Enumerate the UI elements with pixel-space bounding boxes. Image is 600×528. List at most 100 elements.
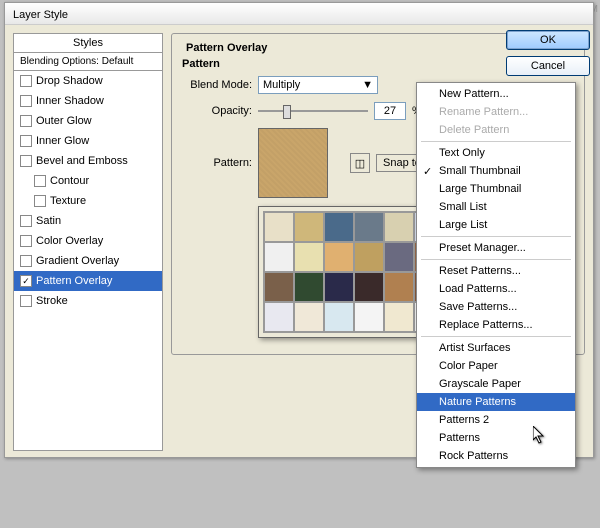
pattern-thumb[interactable]: [354, 212, 384, 242]
menu-item-large-list[interactable]: Large List: [417, 216, 575, 234]
pattern-thumb[interactable]: [264, 302, 294, 332]
pattern-thumb[interactable]: [384, 302, 414, 332]
checkbox[interactable]: [20, 295, 32, 307]
pattern-thumb[interactable]: [294, 302, 324, 332]
menu-item-patterns-2[interactable]: Patterns 2: [417, 411, 575, 429]
styles-list: Drop Shadow Inner Shadow Outer Glow Inner G…: [13, 71, 163, 451]
style-item-inner-shadow[interactable]: Inner Shadow: [14, 91, 162, 111]
pattern-thumb[interactable]: [384, 212, 414, 242]
menu-item-rock-patterns[interactable]: Rock Patterns: [417, 447, 575, 465]
style-label: Stroke: [36, 295, 68, 307]
pattern-thumb[interactable]: [354, 242, 384, 272]
menu-item-load-patterns-[interactable]: Load Patterns...: [417, 280, 575, 298]
checkbox[interactable]: [20, 95, 32, 107]
titlebar: Layer Style: [5, 3, 593, 25]
style-item-stroke[interactable]: Stroke: [14, 291, 162, 311]
checkbox[interactable]: [20, 155, 32, 167]
pattern-context-menu: New Pattern...Rename Pattern...Delete Pa…: [416, 82, 576, 468]
checkbox[interactable]: [34, 175, 46, 187]
menu-separator: [421, 336, 571, 337]
checkbox[interactable]: [20, 235, 32, 247]
menu-item-grayscale-paper[interactable]: Grayscale Paper: [417, 375, 575, 393]
menu-item-preset-manager-[interactable]: Preset Manager...: [417, 239, 575, 257]
group-title: Pattern Overlay: [182, 42, 271, 54]
pattern-label: Pattern:: [182, 157, 252, 169]
blending-options-row[interactable]: Blending Options: Default: [13, 53, 163, 71]
pattern-thumb[interactable]: [264, 272, 294, 302]
style-label: Drop Shadow: [36, 75, 103, 87]
pattern-thumb[interactable]: [384, 272, 414, 302]
menu-item-nature-patterns[interactable]: Nature Patterns: [417, 393, 575, 411]
checkbox[interactable]: [20, 115, 32, 127]
style-item-color-overlay[interactable]: Color Overlay: [14, 231, 162, 251]
opacity-value[interactable]: 27: [374, 102, 406, 120]
opacity-slider[interactable]: [258, 104, 368, 118]
pattern-thumb[interactable]: [264, 242, 294, 272]
dialog-buttons: OK Cancel: [506, 30, 590, 76]
menu-item-rename-pattern-: Rename Pattern...: [417, 103, 575, 121]
checkbox[interactable]: [34, 195, 46, 207]
check-icon: ✓: [423, 165, 432, 178]
pattern-thumb[interactable]: [324, 272, 354, 302]
pattern-thumb[interactable]: [354, 272, 384, 302]
checkbox[interactable]: [20, 215, 32, 227]
pattern-thumb[interactable]: [294, 272, 324, 302]
style-item-outer-glow[interactable]: Outer Glow: [14, 111, 162, 131]
checkbox[interactable]: ✓: [20, 275, 32, 287]
menu-separator: [421, 141, 571, 142]
style-label: Outer Glow: [36, 115, 92, 127]
styles-header[interactable]: Styles: [13, 33, 163, 53]
pattern-thumb[interactable]: [294, 212, 324, 242]
menu-item-patterns[interactable]: Patterns: [417, 429, 575, 447]
chevron-down-icon: ▼: [362, 79, 373, 91]
style-label: Bevel and Emboss: [36, 155, 128, 167]
style-item-inner-glow[interactable]: Inner Glow: [14, 131, 162, 151]
cancel-button[interactable]: Cancel: [506, 56, 590, 76]
blendmode-value: Multiply: [263, 79, 300, 91]
styles-panel: Styles Blending Options: Default Drop Sh…: [13, 33, 163, 449]
pattern-thumb[interactable]: [324, 212, 354, 242]
menu-item-save-patterns-[interactable]: Save Patterns...: [417, 298, 575, 316]
checkbox[interactable]: [20, 75, 32, 87]
opacity-label: Opacity:: [182, 105, 252, 117]
pattern-swatch[interactable]: [258, 128, 328, 198]
style-label: Satin: [36, 215, 61, 227]
menu-item-large-thumbnail[interactable]: Large Thumbnail: [417, 180, 575, 198]
menu-item-color-paper[interactable]: Color Paper: [417, 357, 575, 375]
style-label: Pattern Overlay: [36, 275, 112, 287]
pattern-thumb[interactable]: [264, 212, 294, 242]
new-preset-icon[interactable]: ◫: [350, 153, 370, 173]
style-label: Contour: [50, 175, 89, 187]
menu-separator: [421, 236, 571, 237]
style-item-texture[interactable]: Texture: [14, 191, 162, 211]
style-item-bevel-and-emboss[interactable]: Bevel and Emboss: [14, 151, 162, 171]
blendmode-label: Blend Mode:: [182, 79, 252, 91]
style-label: Inner Glow: [36, 135, 89, 147]
style-label: Color Overlay: [36, 235, 103, 247]
pattern-thumb[interactable]: [384, 242, 414, 272]
menu-item-reset-patterns-[interactable]: Reset Patterns...: [417, 262, 575, 280]
pattern-thumb[interactable]: [294, 242, 324, 272]
style-item-gradient-overlay[interactable]: Gradient Overlay: [14, 251, 162, 271]
menu-item-artist-surfaces[interactable]: Artist Surfaces: [417, 339, 575, 357]
style-item-contour[interactable]: Contour: [14, 171, 162, 191]
checkbox[interactable]: [20, 255, 32, 267]
menu-item-replace-patterns-[interactable]: Replace Patterns...: [417, 316, 575, 334]
ok-button[interactable]: OK: [506, 30, 590, 50]
style-label: Gradient Overlay: [36, 255, 119, 267]
menu-item-new-pattern-[interactable]: New Pattern...: [417, 85, 575, 103]
pattern-thumb[interactable]: [324, 242, 354, 272]
pattern-thumb[interactable]: [324, 302, 354, 332]
menu-item-small-thumbnail[interactable]: ✓Small Thumbnail: [417, 162, 575, 180]
menu-separator: [421, 259, 571, 260]
style-item-pattern-overlay[interactable]: ✓ Pattern Overlay: [14, 271, 162, 291]
blendmode-select[interactable]: Multiply ▼: [258, 76, 378, 94]
style-item-satin[interactable]: Satin: [14, 211, 162, 231]
pattern-thumb[interactable]: [354, 302, 384, 332]
menu-item-text-only[interactable]: Text Only: [417, 144, 575, 162]
checkbox[interactable]: [20, 135, 32, 147]
style-item-drop-shadow[interactable]: Drop Shadow: [14, 71, 162, 91]
menu-item-small-list[interactable]: Small List: [417, 198, 575, 216]
style-label: Inner Shadow: [36, 95, 104, 107]
title-text: Layer Style: [13, 9, 68, 21]
